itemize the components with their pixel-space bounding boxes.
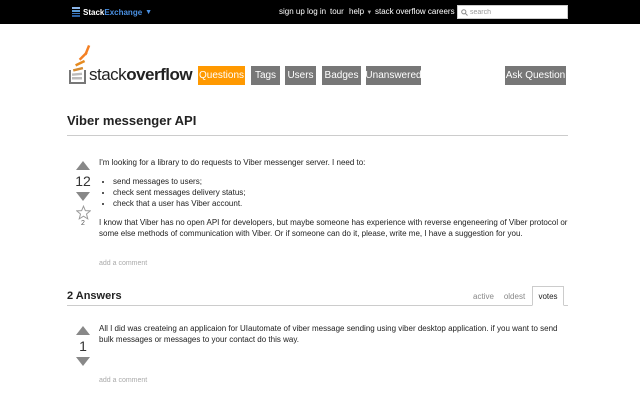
downvote-icon[interactable] (76, 192, 90, 201)
logo-text-light: stack (89, 65, 127, 84)
question-paragraph: I know that Viber has no open API for de… (99, 218, 568, 238)
answer-add-comment-link[interactable]: add a comment (99, 377, 147, 384)
question-bullet-list: send messages to users; check sent messa… (113, 176, 569, 209)
question-vote-count: 12 (75, 173, 91, 189)
help-link[interactable]: help ▼ (349, 7, 372, 16)
tab-votes[interactable]: votes (532, 286, 564, 306)
signup-link[interactable]: sign up (279, 7, 305, 16)
careers-link[interactable]: stack overflow careers (375, 7, 455, 16)
answer-paragraph: All I did was createing an applicaion fo… (99, 324, 558, 344)
title-divider (67, 135, 568, 136)
stackexchange-logo-icon (72, 7, 80, 17)
list-item: check that a user has Viber account. (113, 198, 569, 209)
nav-tags[interactable]: Tags (251, 66, 280, 85)
nav-users[interactable]: Users (285, 66, 316, 85)
chevron-down-icon: ▼ (145, 8, 153, 16)
answer-vote-count: 1 (79, 338, 87, 354)
search-box (457, 5, 568, 19)
logo-text-bold: overflow (126, 65, 193, 84)
help-label: help (349, 7, 365, 16)
upvote-icon[interactable] (76, 326, 90, 335)
tour-link[interactable]: tour (330, 7, 344, 16)
favorite-count: 2 (81, 220, 85, 227)
favorite-star-icon[interactable] (75, 205, 91, 220)
top-bar: StackExchange ▼ sign up log in tour help… (0, 0, 640, 24)
help-chevron-icon: ▼ (366, 10, 373, 16)
nav-questions[interactable]: Questions (198, 66, 245, 85)
answers-count-heading: 2 Answers (67, 290, 122, 302)
question-body: I'm looking for a library to do requests… (99, 157, 569, 239)
brand-prefix: Stack (83, 7, 105, 17)
ask-question-button[interactable]: Ask Question (505, 66, 566, 85)
question-title[interactable]: Viber messenger API (67, 113, 196, 128)
question-add-comment-link[interactable]: add a comment (99, 260, 147, 267)
answer-vote-cell: 1 (72, 326, 94, 366)
answer-body: All I did was createing an applicaion fo… (99, 323, 569, 345)
search-icon (461, 8, 468, 16)
downvote-icon[interactable] (76, 357, 90, 366)
question-vote-cell: 12 2 (72, 161, 94, 228)
stackoverflow-tray-icon (69, 44, 91, 84)
login-link[interactable]: log in (307, 7, 326, 16)
tab-active[interactable]: active (470, 286, 497, 306)
list-item: check sent messages delivery status; (113, 187, 569, 198)
upvote-icon[interactable] (76, 161, 90, 170)
search-input[interactable] (470, 8, 560, 16)
question-intro: I'm looking for a library to do requests… (99, 158, 366, 167)
tab-oldest[interactable]: oldest (501, 286, 528, 306)
answer-sort-tabs: active oldest votes (470, 286, 568, 306)
list-item: send messages to users; (113, 176, 569, 187)
brand-suffix: Exchange (104, 7, 143, 17)
nav-unanswered[interactable]: Unanswered (365, 66, 422, 85)
nav-badges[interactable]: Badges (322, 66, 361, 85)
stackexchange-menu[interactable]: StackExchange ▼ (72, 5, 152, 19)
stackoverflow-logo[interactable]: stackoverflow (67, 42, 193, 86)
